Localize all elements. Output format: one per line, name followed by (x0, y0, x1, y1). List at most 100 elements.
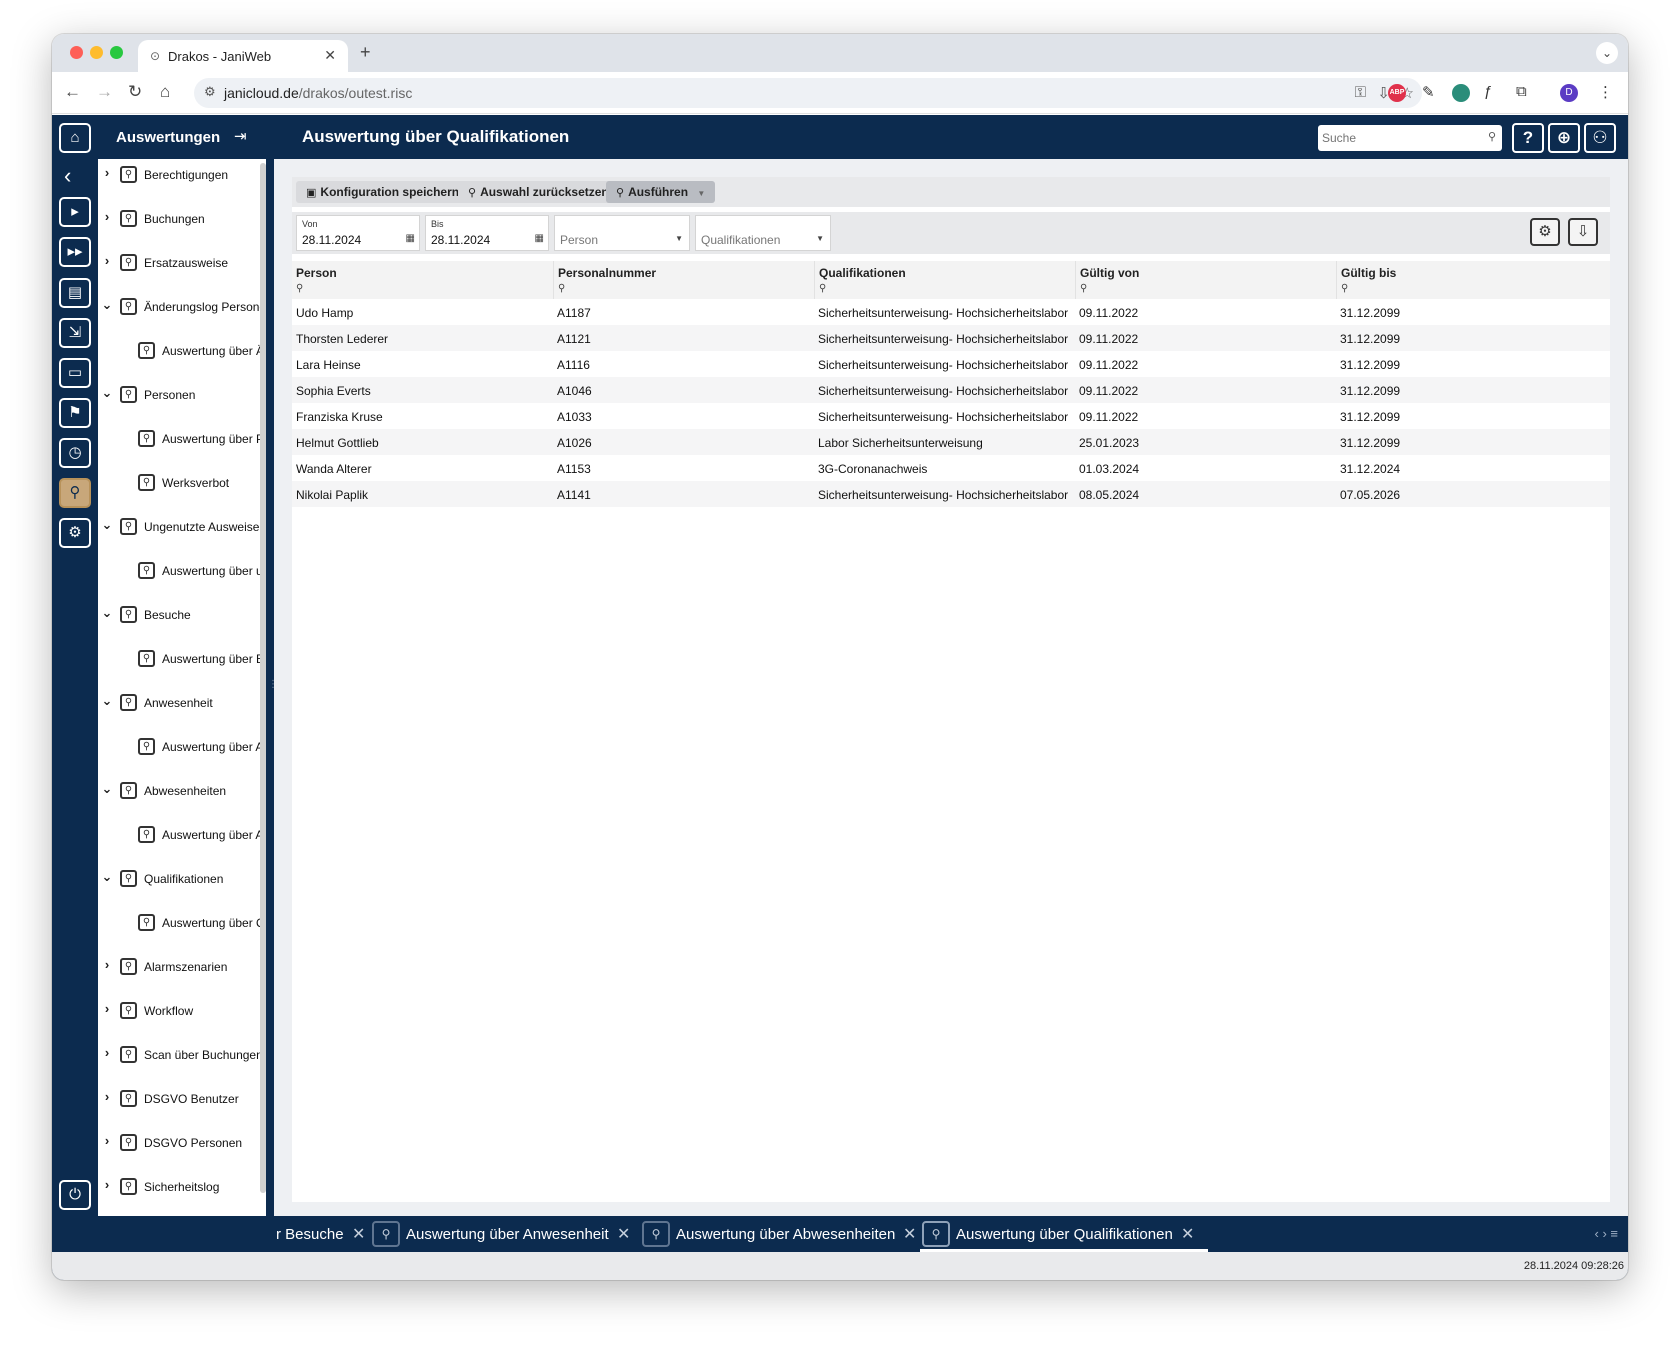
tab-search-chevron-icon[interactable]: ⌄ (1596, 42, 1618, 64)
download-icon[interactable]: ⇩ (1568, 218, 1598, 246)
qualification-select[interactable]: Qualifikationen ▼ (695, 215, 831, 251)
to-date-field[interactable]: Bis 28.11.2024 ▦ (425, 215, 549, 251)
open-tab[interactable]: ⚲ Auswertung über Qualifikationen ✕ (920, 1216, 1208, 1252)
search-icon[interactable]: ⚲ (59, 478, 91, 508)
chevron-right-icon[interactable]: › (100, 1045, 114, 1060)
column-filter-search-icon[interactable]: ⚲ (296, 283, 303, 294)
chevron-down-icon[interactable]: ▼ (697, 189, 705, 198)
column-filter-search-icon[interactable]: ⚲ (819, 283, 826, 294)
chevron-right-icon[interactable]: › (100, 209, 114, 224)
search-input[interactable] (1322, 128, 1482, 148)
column-header[interactable]: Gültig von ⚲ (1075, 261, 1336, 299)
column-header[interactable]: Person ⚲ (292, 261, 553, 299)
sidebar-item[interactable]: ⚲ Auswertung über ungenutzte Ausweise (98, 559, 266, 583)
id-card-icon[interactable]: ▤ (59, 278, 91, 308)
table-row[interactable]: Sophia Everts A1046 Sicherheitsunterweisun… (292, 377, 1610, 403)
sidebar-item[interactable]: ⚲ Auswertung über Abwesenheiten (98, 823, 266, 847)
calendar-icon[interactable]: ▦ (406, 233, 415, 244)
chevron-down-icon[interactable]: ⌄ (100, 869, 114, 885)
monitor-icon[interactable]: ▭ (59, 358, 91, 388)
sidebar-item[interactable]: ⌄ ⚲ Ungenutzte Ausweise (98, 515, 266, 539)
chevron-down-icon[interactable]: ⌄ (100, 605, 114, 621)
clock-icon[interactable]: ◷ (59, 438, 91, 468)
sidebar-item[interactable]: › ⚲ Sicherheitslog (98, 1175, 266, 1199)
password-key-icon[interactable]: ⚿ (1355, 84, 1366, 101)
sidebar-item[interactable]: ⚲ Auswertung über Anwesenheit (98, 735, 266, 759)
close-tab-icon[interactable]: ✕ (1181, 1224, 1194, 1244)
column-filter-search-icon[interactable]: ⚲ (1080, 283, 1087, 294)
sidebar-item[interactable]: › ⚲ Ersatzausweise (98, 251, 266, 275)
minimize-window-button[interactable] (90, 46, 103, 59)
pin-icon[interactable]: ⇥ (234, 127, 247, 145)
sidebar-item[interactable]: ⚲ Auswertung über Änderungen (98, 339, 266, 363)
back-arrow-icon[interactable]: ← (64, 82, 81, 102)
running-person-icon[interactable]: ⚑ (59, 398, 91, 428)
open-tab[interactable]: ⚲ Auswertung über Anwesenheit ✕ (370, 1216, 630, 1252)
open-tab[interactable]: ⚲ Auswertung über Abwesenheiten ✕ (640, 1216, 916, 1252)
close-tab-icon[interactable]: ✕ (617, 1224, 630, 1244)
chevron-down-icon[interactable]: ⌄ (100, 385, 114, 401)
chevron-down-icon[interactable]: ▼ (816, 234, 824, 243)
chevron-right-icon[interactable]: › (100, 957, 114, 972)
site-settings-icon[interactable]: ⚙ (204, 84, 216, 100)
gear-icon[interactable]: ⚙ (59, 518, 91, 548)
table-row[interactable]: Franziska Kruse A1033 Sicherheitsunterweis… (292, 403, 1610, 429)
table-row[interactable]: Lara Heinse A1116 Sicherheitsunterweisung-… (292, 351, 1610, 377)
sidebar-item[interactable]: ⌄ ⚲ Personen (98, 383, 266, 407)
table-row[interactable]: Thorsten Lederer A1121 Sicherheitsunterwei… (292, 325, 1610, 351)
chevron-right-icon[interactable]: › (100, 1133, 114, 1148)
close-window-button[interactable] (70, 46, 83, 59)
sidebar-item[interactable]: ⚲ Werksverbot (98, 471, 266, 495)
column-filter-search-icon[interactable]: ⚲ (1341, 283, 1348, 294)
function-extension-icon[interactable]: ƒ (1484, 83, 1492, 100)
sidebar-item[interactable]: ⚲ Auswertung über Besuche (98, 647, 266, 671)
adblock-extension-icon[interactable]: ABP (1388, 84, 1406, 102)
sidebar-item[interactable]: ⚲ Auswertung über Personen (98, 427, 266, 451)
home-icon[interactable]: ⌂ (160, 82, 170, 102)
chevron-right-icon[interactable]: › (100, 1001, 114, 1016)
chevron-right-icon[interactable]: › (100, 253, 114, 268)
sidebar-item[interactable]: › ⚲ Berechtigungen (98, 163, 266, 187)
sidebar-item[interactable]: › ⚲ Alarmszenarien (98, 955, 266, 979)
globe-extension-icon[interactable] (1452, 84, 1470, 102)
chevron-right-icon[interactable]: › (100, 1177, 114, 1192)
sidebar-item[interactable]: › ⚲ Scan über Buchungen (98, 1043, 266, 1067)
search-icon[interactable]: ⚲ (1488, 130, 1496, 143)
table-row[interactable]: Nikolai Paplik A1141 Sicherheitsunterweisu… (292, 481, 1610, 507)
column-filter-search-icon[interactable]: ⚲ (558, 283, 565, 294)
collapse-chevron-left-icon[interactable]: ‹ (64, 163, 71, 189)
extensions-puzzle-icon[interactable]: ⧉ (1516, 83, 1527, 100)
column-header[interactable]: Qualifikationen ⚲ (814, 261, 1075, 299)
sidebar-item[interactable]: › ⚲ Workflow (98, 999, 266, 1023)
chevron-right-icon[interactable]: › (100, 1089, 114, 1104)
person-select[interactable]: Person ▼ (554, 215, 690, 251)
sidebar-item[interactable]: ⌄ ⚲ Qualifikationen (98, 867, 266, 891)
browser-tab[interactable]: ⊙ Drakos - JaniWeb ✕ (138, 40, 348, 72)
save-config-button[interactable]: ▣ Konfiguration speichern (296, 181, 470, 203)
sidebar-item[interactable]: ⌄ ⚲ Besuche (98, 603, 266, 627)
table-row[interactable]: Udo Hamp A1187 Sicherheitsunterweisung- Ho… (292, 299, 1610, 325)
panel-resize-handle[interactable]: ⋮ (266, 159, 278, 1216)
from-date-field[interactable]: Von 28.11.2024 ▦ (296, 215, 420, 251)
forward-arrow-icon[interactable]: → (96, 82, 113, 102)
sidebar-item[interactable]: ⌄ ⚲ Änderungslog Personen (98, 295, 266, 319)
tab-scroll-icons[interactable]: ‹ › ≡ (1595, 1226, 1618, 1241)
sidebar-item[interactable]: ⌄ ⚲ Anwesenheit (98, 691, 266, 715)
sidebar-item[interactable]: ⌄ ⚲ Abwesenheiten (98, 779, 266, 803)
browser-menu-icon[interactable]: ⋮ (1598, 83, 1613, 101)
maximize-window-button[interactable] (110, 46, 123, 59)
terminal-icon[interactable]: ▸ (59, 197, 91, 227)
run-button[interactable]: ⚲ Ausführen ▼ (606, 181, 716, 203)
address-bar[interactable]: ⚙ janicloud.de/drakos/outest.risc ⚿ ⇩ ☆ (194, 78, 1422, 108)
person-enter-icon[interactable]: ⇲ (59, 318, 91, 348)
chevron-right-icon[interactable]: › (100, 165, 114, 180)
power-icon[interactable]: ⏻ (59, 1180, 91, 1210)
url-text[interactable]: janicloud.de/drakos/outest.risc (224, 85, 412, 101)
chevron-down-icon[interactable]: ⌄ (100, 781, 114, 797)
close-tab-icon[interactable]: ✕ (903, 1224, 916, 1244)
new-tab-icon[interactable]: + (360, 42, 371, 63)
chat-search-icon[interactable]: ⊕ (1548, 123, 1580, 153)
reset-selection-button[interactable]: ⚲ Auswahl zurücksetzen (458, 181, 619, 203)
help-button[interactable]: ? (1512, 123, 1544, 153)
reload-icon[interactable]: ↻ (128, 82, 142, 102)
